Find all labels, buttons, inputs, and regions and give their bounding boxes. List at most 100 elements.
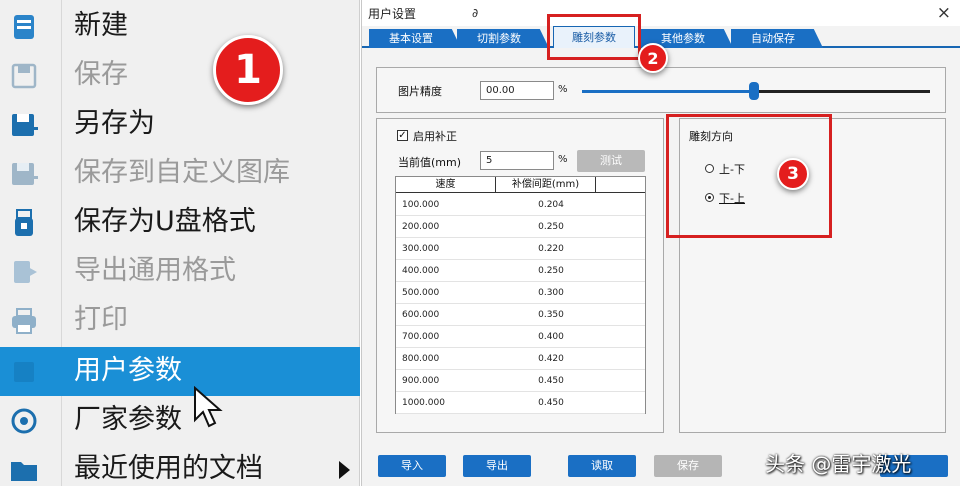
cell-speed: 400.000: [402, 266, 440, 276]
save-button[interactable]: 保存: [654, 455, 722, 477]
file-menu: 新建 保存 另存为 保存到自定义图库 保存为U盘格式 导出通用格式 打印 用户参…: [0, 0, 360, 486]
dialog-titlebar: 用户设置 ∂ ×: [362, 0, 960, 26]
cell-offset: 0.450: [538, 376, 564, 386]
tab-label: 切割参数: [477, 32, 521, 45]
cell-offset: 0.450: [538, 398, 564, 408]
export-button[interactable]: 导出: [463, 455, 531, 477]
highlight-box-engrave-tab: [547, 14, 641, 60]
cell-speed: 200.000: [402, 222, 440, 232]
table-row[interactable]: 800.000 0.420: [396, 348, 645, 370]
dialog-title: 用户设置: [368, 7, 417, 21]
menu-item-label: 新建: [74, 10, 128, 41]
slider-track-empty: [756, 90, 930, 93]
vendor-params-icon: [11, 408, 37, 434]
menu-item-new[interactable]: 新建: [0, 2, 360, 51]
user-params-icon: [14, 362, 34, 382]
tab-label: 基本设置: [389, 32, 433, 45]
callout-number: 2: [647, 48, 659, 68]
table-row[interactable]: 200.000 0.250: [396, 216, 645, 238]
cell-speed: 100.000: [402, 200, 440, 210]
cell-offset: 0.250: [538, 222, 564, 232]
menu-item-label: 保存到自定义图库: [74, 157, 290, 188]
cell-offset: 0.350: [538, 310, 564, 320]
tab-label: 自动保存: [751, 32, 795, 45]
watermark-text: 头条 @雷宇激光: [765, 452, 912, 476]
menu-item-save[interactable]: 保存: [0, 51, 360, 100]
cell-offset: 0.220: [538, 244, 564, 254]
menu-item-label: 打印: [74, 304, 128, 335]
current-value-label: 当前值(mm): [398, 156, 462, 169]
menu-item-label: 厂家参数: [74, 404, 182, 435]
menu-item-label: 导出通用格式: [74, 255, 236, 286]
menu-item-user-params[interactable]: 用户参数: [0, 347, 360, 396]
tab-autosave[interactable]: 自动保存: [731, 29, 823, 48]
table-row[interactable]: 100.000 0.204: [396, 194, 645, 216]
cell-speed: 700.000: [402, 332, 440, 342]
menu-item-save-as[interactable]: 另存为: [0, 100, 360, 149]
folder-icon: [11, 462, 37, 481]
screenshot-root: 新建 保存 另存为 保存到自定义图库 保存为U盘格式 导出通用格式 打印 用户参…: [0, 0, 960, 486]
precision-label: 图片精度: [398, 85, 442, 98]
import-button[interactable]: 导入: [378, 455, 446, 477]
callout-number: 1: [234, 47, 262, 93]
save-as-icon: [12, 114, 38, 136]
tab-label: 其他参数: [661, 32, 705, 45]
callout-badge-3: 3: [777, 158, 809, 190]
table-header: 速度 补偿间距(mm): [396, 177, 645, 193]
menu-item-export[interactable]: 导出通用格式: [0, 247, 360, 296]
menu-item-label: 保存为U盘格式: [74, 206, 256, 237]
cell-speed: 900.000: [402, 376, 440, 386]
cell-offset: 0.420: [538, 354, 564, 364]
checkbox-check-icon: ✓: [398, 130, 407, 141]
cell-speed: 600.000: [402, 310, 440, 320]
usb-drive-icon: [15, 209, 33, 236]
cell-offset: 0.300: [538, 288, 564, 298]
printer-icon: [12, 308, 36, 334]
read-button[interactable]: 读取: [568, 455, 636, 477]
menu-item-label: 保存: [74, 59, 128, 90]
submenu-arrow-icon: [339, 461, 350, 479]
precision-unit: %: [558, 84, 568, 95]
export-icon: [14, 261, 37, 283]
compensation-table: 速度 补偿间距(mm) 100.000 0.204 200.000 0.250 300.…: [395, 176, 646, 414]
callout-badge-2: 2: [638, 43, 668, 73]
save-to-library-icon: [12, 163, 38, 185]
current-value-input[interactable]: 5: [480, 151, 554, 170]
callout-number: 3: [787, 164, 799, 184]
enable-compensation-checkbox[interactable]: ✓: [397, 130, 408, 141]
menu-item-label: 另存为: [74, 108, 155, 139]
tab-basic-settings[interactable]: 基本设置: [369, 29, 461, 48]
title-glyph: ∂: [472, 6, 479, 20]
close-button[interactable]: ×: [937, 3, 951, 23]
column-header-offset: 补偿间距(mm): [496, 177, 596, 193]
cell-offset: 0.400: [538, 332, 564, 342]
new-file-icon: [14, 15, 34, 39]
slider-track-filled: [582, 90, 754, 93]
test-button[interactable]: 测试: [577, 150, 645, 172]
table-row[interactable]: 300.000 0.220: [396, 238, 645, 260]
cell-speed: 500.000: [402, 288, 440, 298]
menu-item-recent-docs[interactable]: 最近使用的文档: [0, 445, 360, 486]
table-row[interactable]: 1000.000 0.450: [396, 392, 645, 414]
cell-speed: 300.000: [402, 244, 440, 254]
table-row[interactable]: 600.000 0.350: [396, 304, 645, 326]
table-row[interactable]: 400.000 0.250: [396, 260, 645, 282]
table-row[interactable]: 700.000 0.400: [396, 326, 645, 348]
menu-item-print[interactable]: 打印: [0, 296, 360, 345]
column-header-speed: 速度: [396, 177, 496, 193]
precision-slider-thumb[interactable]: [749, 82, 759, 100]
table-row[interactable]: 900.000 0.450: [396, 370, 645, 392]
table-row[interactable]: 500.000 0.300: [396, 282, 645, 304]
tab-cut-params[interactable]: 切割参数: [457, 29, 549, 48]
precision-input[interactable]: 00.00: [480, 81, 554, 100]
save-icon: [11, 63, 37, 89]
enable-compensation-label: 启用补正: [413, 130, 457, 143]
callout-badge-1: 1: [213, 35, 283, 105]
cell-offset: 0.250: [538, 266, 564, 276]
cell-speed: 1000.000: [402, 398, 445, 408]
cell-offset: 0.204: [538, 200, 564, 210]
menu-item-vendor-params[interactable]: 厂家参数: [0, 396, 360, 445]
menu-item-save-usb[interactable]: 保存为U盘格式: [0, 198, 360, 247]
menu-item-save-to-library[interactable]: 保存到自定义图库: [0, 149, 360, 198]
cell-speed: 800.000: [402, 354, 440, 364]
